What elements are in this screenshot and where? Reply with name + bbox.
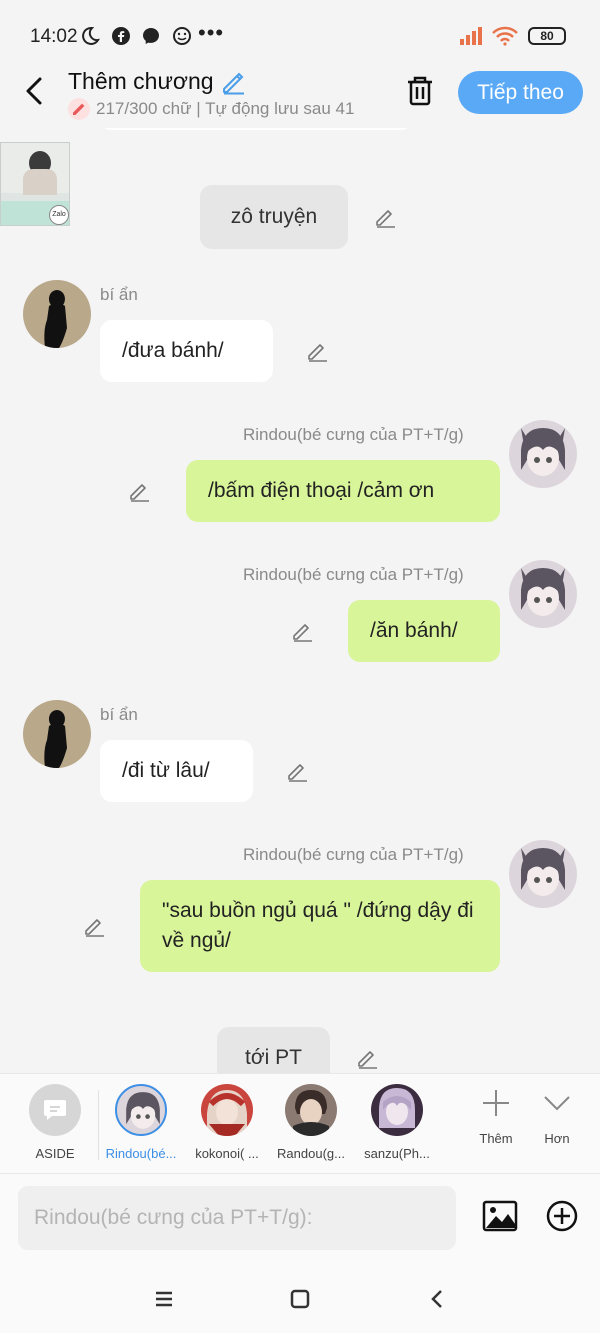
message-text: /đưa bánh/ — [122, 339, 224, 362]
character-randou[interactable]: Randou(g... — [266, 1084, 356, 1161]
trash-icon[interactable] — [404, 74, 436, 108]
avatar — [201, 1084, 253, 1136]
image-icon[interactable] — [482, 1198, 518, 1234]
message-text: tới PT — [245, 1046, 302, 1069]
left-message-bubble[interactable]: /đưa bánh/ — [100, 320, 273, 382]
narration-bubble[interactable]: zô truyện — [200, 185, 348, 249]
chat-area[interactable]: Zalo zô truyện bí ẩn /đưa bánh/ Rindou(b… — [0, 128, 600, 1073]
title-row: Thêm chương — [68, 68, 246, 95]
back-arrow-icon[interactable] — [20, 74, 50, 108]
message-text: /đi từ lâu/ — [122, 759, 210, 782]
speaker-name: Rindou(bé cưng của PT+T/g) — [243, 845, 464, 864]
thumbnail-label: Zalo — [49, 205, 69, 225]
left-message-bubble[interactable]: /đi từ lâu/ — [100, 740, 253, 802]
facebook-icon — [112, 27, 130, 45]
message-text: /bấm điện thoại /cảm ơn — [208, 479, 435, 502]
avatar-bi-an[interactable] — [23, 280, 91, 348]
status-right: 80 — [460, 26, 566, 46]
edit-icon[interactable] — [306, 339, 330, 363]
next-button[interactable]: Tiếp theo — [458, 71, 583, 114]
character-label: ASIDE — [35, 1146, 75, 1161]
speaker-name: bí ẩn — [100, 705, 138, 724]
character-kokonoi[interactable]: kokonoi( ... — [182, 1084, 272, 1161]
edit-icon[interactable] — [286, 759, 310, 783]
edit-icon[interactable] — [83, 914, 107, 938]
more-label: Hơn — [544, 1131, 570, 1146]
character-label: kokonoi( ... — [195, 1146, 259, 1161]
message-text: zô truyện — [230, 205, 318, 228]
avatar-rindou[interactable] — [509, 560, 577, 628]
menu-icon[interactable] — [152, 1287, 176, 1311]
edit-icon[interactable] — [374, 205, 398, 229]
edit-icon[interactable] — [291, 619, 315, 643]
add-circle-icon[interactable] — [546, 1200, 578, 1232]
add-character-button[interactable]: Thêm — [466, 1088, 526, 1146]
character-aside[interactable]: ASIDE — [10, 1084, 100, 1161]
pencil-icon — [68, 98, 90, 120]
moon-icon — [82, 26, 100, 45]
speaker-name: bí ẩn — [100, 285, 138, 304]
avatar-rindou[interactable] — [509, 840, 577, 908]
right-message-bubble[interactable]: "sau buồn ngủ quá " /đứng dậy đi về ngủ/ — [140, 880, 500, 972]
smile-badge-icon — [173, 27, 191, 45]
character-selector: ASIDE Rindou(bé... kokonoi( ... Randou(g… — [0, 1073, 600, 1173]
floating-thumbnail[interactable]: Zalo — [0, 142, 70, 226]
avatar — [115, 1084, 167, 1136]
status-icons — [80, 26, 192, 46]
autosave-row: 217/300 chữ | Tự động lưu sau 41 — [68, 98, 354, 120]
message-text: "sau buồn ngủ quá " /đứng dậy đi về ngủ/ — [162, 899, 474, 952]
chevron-down-icon — [544, 1096, 570, 1111]
add-label: Thêm — [479, 1131, 513, 1146]
character-rindou[interactable]: Rindou(bé... — [96, 1084, 186, 1161]
plus-icon — [483, 1090, 509, 1116]
edit-icon[interactable] — [128, 479, 152, 503]
status-time: 14:02 — [30, 26, 78, 47]
speaker-name: Rindou(bé cưng của PT+T/g) — [243, 425, 464, 444]
partial-bubble — [100, 128, 412, 130]
narration-bubble[interactable]: tới PT — [217, 1027, 330, 1073]
input-bar — [0, 1173, 600, 1263]
character-label: Randou(g... — [277, 1146, 345, 1161]
speaker-name: Rindou(bé cưng của PT+T/g) — [243, 565, 464, 584]
edit-title-icon[interactable] — [220, 69, 246, 95]
back-icon[interactable] — [426, 1287, 450, 1311]
right-message-bubble[interactable]: /ăn bánh/ — [348, 600, 500, 662]
signal-icon — [460, 27, 482, 45]
message-text: /ăn bánh/ — [370, 619, 458, 642]
right-message-bubble[interactable]: /bấm điện thoại /cảm ơn — [186, 460, 500, 522]
more-button[interactable]: Hơn — [527, 1088, 587, 1146]
system-nav-bar — [0, 1263, 600, 1333]
chat-bubble-icon — [29, 1084, 81, 1136]
character-label: Rindou(bé... — [105, 1146, 177, 1161]
edit-icon[interactable] — [356, 1046, 380, 1070]
word-count-autosave: 217/300 chữ | Tự động lưu sau 41 — [96, 99, 355, 118]
wifi-icon — [492, 26, 518, 46]
character-sanzu[interactable]: sanzu(Ph... — [352, 1084, 442, 1161]
character-label: sanzu(Ph... — [364, 1146, 430, 1161]
more-notifications-icon: ••• — [198, 20, 225, 45]
battery-indicator: 80 — [528, 27, 566, 45]
page-title: Thêm chương — [68, 68, 214, 94]
home-icon[interactable] — [288, 1287, 312, 1311]
messenger-icon — [143, 28, 159, 44]
message-input[interactable] — [18, 1186, 456, 1250]
top-bar: Thêm chương 217/300 chữ | Tự động lưu sa… — [0, 60, 600, 128]
avatar — [371, 1084, 423, 1136]
avatar — [285, 1084, 337, 1136]
avatar-bi-an[interactable] — [23, 700, 91, 768]
avatar-rindou[interactable] — [509, 420, 577, 488]
